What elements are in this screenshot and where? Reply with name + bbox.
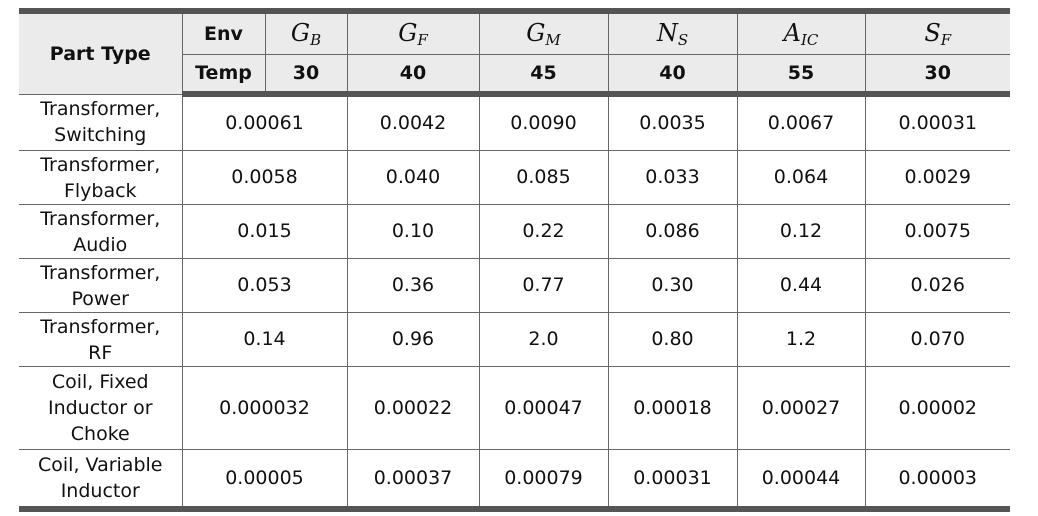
env-header-aic: AIC	[736, 8, 866, 55]
part-type-cell: Transformer, Flyback	[19, 150, 183, 205]
value-cell: 0.36	[346, 258, 480, 313]
value-cell: 0.00022	[346, 366, 480, 450]
table-row: Coil, Variable Inductor 0.00005 0.00037 0.00…	[19, 449, 1010, 512]
part-type-header: Part Type	[19, 8, 183, 95]
part-type-cell: Transformer, RF	[19, 312, 183, 367]
value-cell: 0.00031	[864, 93, 1010, 151]
value-cell: 0.96	[346, 312, 480, 367]
value-cell: 0.0075	[864, 204, 1010, 259]
part-type-line: Inductor	[60, 480, 140, 502]
temp-sf: 30	[864, 54, 1010, 97]
value-cell: 0.00044	[736, 449, 866, 512]
value-cell: 2.0	[478, 312, 609, 367]
header-row-env: Part Type Env GB GF GM NS AIC SF	[19, 8, 1010, 95]
value-cell: 0.040	[346, 150, 480, 205]
temp-ns: 40	[607, 54, 738, 97]
value-cell: 0.086	[607, 204, 738, 259]
value-cell: 0.00031	[607, 449, 738, 512]
env-header-gm: GM	[478, 8, 609, 55]
part-type-cell: Transformer, Power	[19, 258, 183, 313]
env-header-gb: GB	[264, 8, 348, 55]
value-cell: 0.00018	[607, 366, 738, 450]
value-cell: 0.00079	[478, 449, 609, 512]
env-label: Env	[181, 8, 266, 55]
part-type-factor-table: Part Type Env GB GF GM NS AIC SF Temp 30…	[19, 8, 1010, 512]
part-type-cell: Coil, Variable Inductor	[19, 449, 183, 512]
value-cell: 0.30	[607, 258, 738, 313]
part-type-line: Power	[71, 287, 129, 310]
part-type-line: Audio	[73, 233, 128, 256]
value-cell: 1.2	[736, 312, 866, 367]
value-cell: 0.44	[736, 258, 866, 313]
value-cell: 0.10	[346, 204, 480, 259]
part-type-line: Choke	[70, 423, 130, 445]
value-cell: 0.12	[736, 204, 866, 259]
value-cell: 0.064	[736, 150, 866, 205]
env-header-gf: GF	[346, 8, 480, 55]
table-row: Transformer, RF 0.14 0.96 2.0 0.80 1.2 0.070	[19, 312, 1010, 367]
part-type-line: Flyback	[63, 179, 137, 202]
table-row: Transformer, Power 0.053 0.36 0.77 0.30 0.44 0.…	[19, 258, 1010, 313]
part-type-line: Transformer,	[40, 315, 161, 338]
value-cell: 0.00003	[864, 449, 1010, 512]
table-row: Transformer, Switching 0.00061 0.0042 0.0090…	[19, 93, 1010, 151]
value-cell: 0.77	[478, 258, 609, 313]
part-type-cell: Transformer, Switching	[19, 93, 183, 151]
value-cell: 0.22	[478, 204, 609, 259]
table-row: Transformer, Flyback 0.0058 0.040 0.085 0.033…	[19, 150, 1010, 205]
value-cell: 0.0035	[607, 93, 738, 151]
env-header-ns: NS	[607, 8, 738, 55]
part-type-line: Switching	[54, 124, 147, 147]
table-row: Coil, Fixed Inductor or Choke 0.000032 0.000…	[19, 366, 1010, 450]
part-type-cell: Transformer, Audio	[19, 204, 183, 259]
value-cell: 0.085	[478, 150, 609, 205]
part-type-line: Transformer,	[40, 153, 161, 176]
part-type-cell: Coil, Fixed Inductor or Choke	[19, 366, 183, 450]
part-type-line: Transformer,	[40, 261, 161, 284]
value-cell: 0.00005	[181, 449, 348, 512]
temp-gf: 40	[346, 54, 480, 97]
value-cell: 0.033	[607, 150, 738, 205]
part-type-line: RF	[88, 341, 113, 364]
temp-gm: 45	[478, 54, 609, 97]
value-cell: 0.000032	[181, 366, 348, 450]
temp-aic: 55	[736, 54, 866, 97]
part-type-line: Coil, Fixed	[51, 371, 149, 393]
value-cell: 0.0042	[346, 93, 480, 151]
value-cell: 0.0090	[478, 93, 609, 151]
env-header-sf: SF	[864, 8, 1010, 55]
part-type-line: Transformer,	[40, 98, 161, 121]
part-type-line: Inductor or	[47, 397, 153, 419]
temp-gb: 30	[264, 54, 348, 97]
value-cell: 0.026	[864, 258, 1010, 313]
value-cell: 0.00037	[346, 449, 480, 512]
value-cell: 0.00047	[478, 366, 609, 450]
value-cell: 0.80	[607, 312, 738, 367]
value-cell: 0.0029	[864, 150, 1010, 205]
value-cell: 0.053	[181, 258, 348, 313]
temp-label: Temp	[182, 54, 266, 97]
value-cell: 0.0067	[736, 93, 866, 151]
part-type-line: Coil, Variable	[38, 454, 163, 476]
value-cell: 0.14	[181, 312, 348, 367]
value-cell: 0.015	[181, 204, 348, 259]
value-cell: 0.00027	[736, 366, 866, 450]
value-cell: 0.0058	[181, 150, 348, 205]
value-cell: 0.070	[864, 312, 1010, 367]
table-row: Transformer, Audio 0.015 0.10 0.22 0.086 0.12 0…	[19, 204, 1010, 259]
value-cell: 0.00061	[181, 93, 348, 151]
part-type-line: Transformer,	[40, 207, 161, 230]
value-cell: 0.00002	[864, 366, 1010, 450]
